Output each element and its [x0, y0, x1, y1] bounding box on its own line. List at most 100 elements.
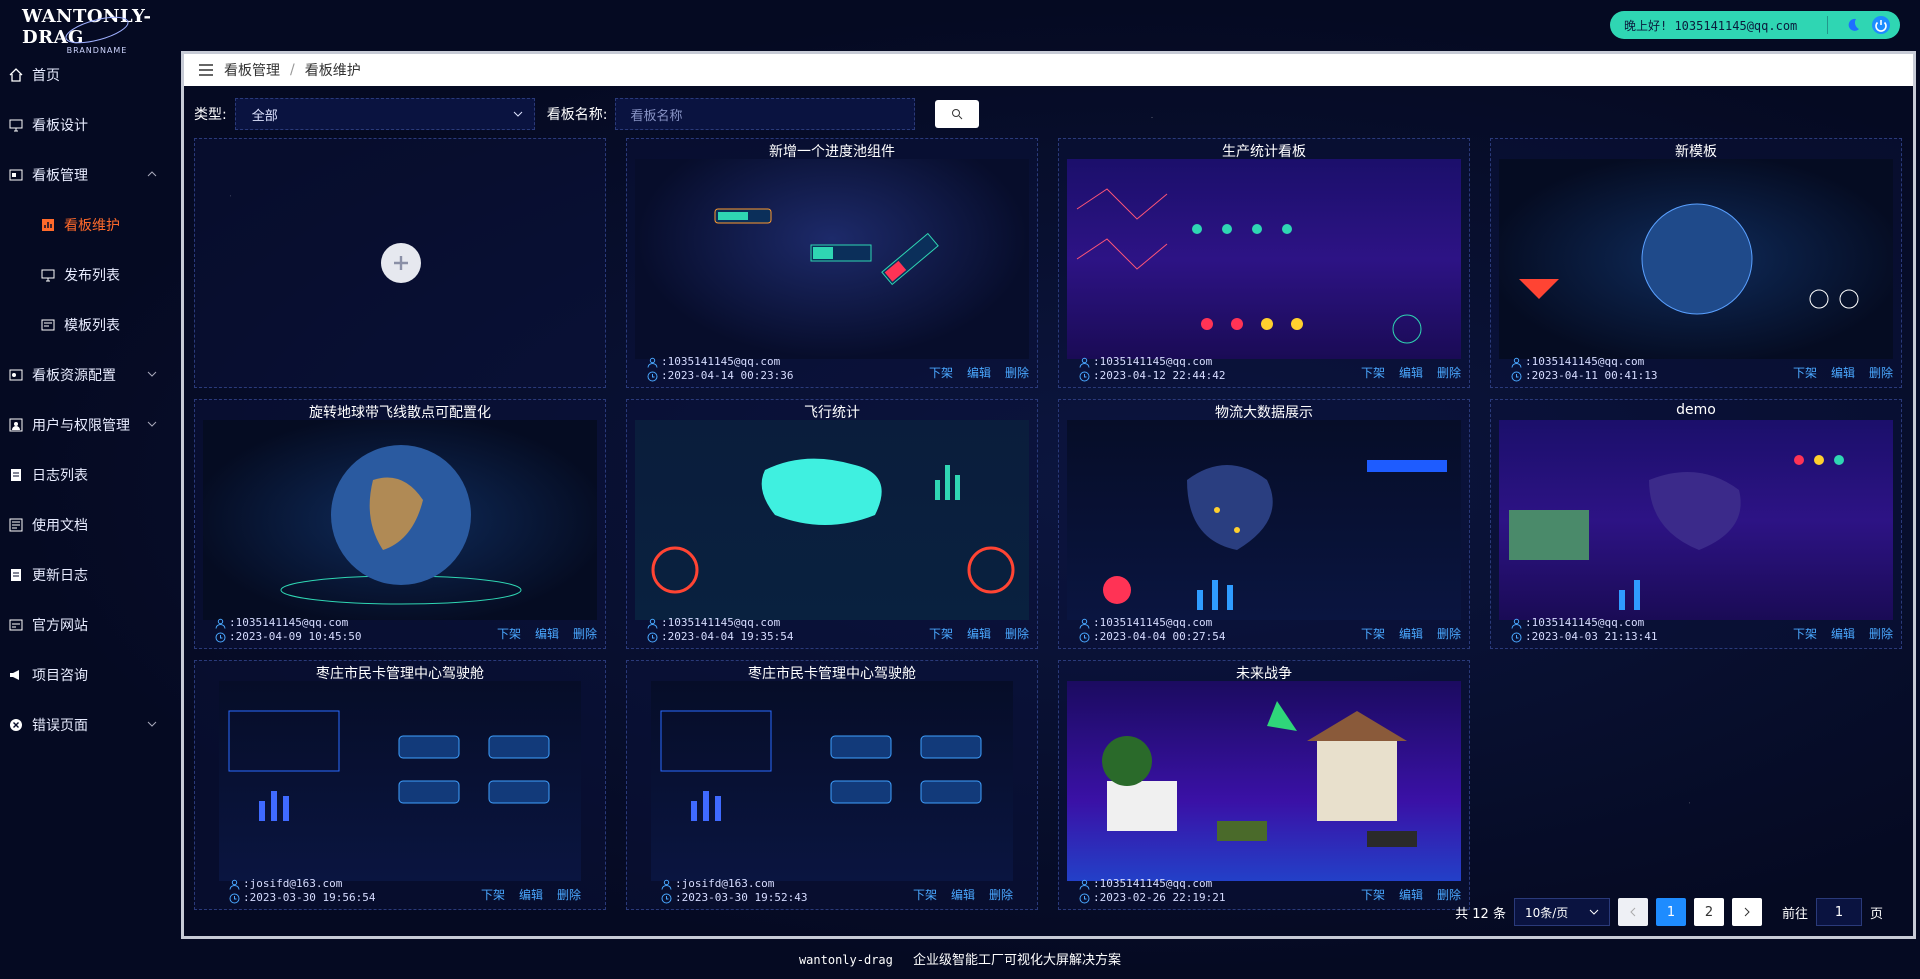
edit-button[interactable]: 编辑	[519, 886, 543, 903]
board-thumbnail[interactable]	[635, 420, 1029, 620]
board-time: :2023-02-26 22:19:21	[1093, 891, 1226, 904]
unpublish-button[interactable]: 下架	[913, 886, 937, 903]
board-card[interactable]: 新模板 :1035141145@qq.com :2023-04-11 00:41…	[1490, 138, 1902, 388]
sidebar-item-official-site[interactable]: 官方网站	[0, 600, 180, 650]
delete-button[interactable]: 删除	[1437, 364, 1461, 381]
sidebar-item-user-permissions[interactable]: 用户与权限管理	[0, 400, 180, 450]
board-card[interactable]: 未来战争 :1035141145@qq.com :2023-02-26 22:1…	[1058, 660, 1470, 910]
unpublish-button[interactable]: 下架	[1793, 625, 1817, 642]
unpublish-button[interactable]: 下架	[1361, 625, 1385, 642]
next-page-button[interactable]	[1731, 898, 1762, 926]
board-meta: :1035141145@qq.com :2023-04-14 00:23:36	[647, 355, 793, 383]
sidebar-item-resource-config[interactable]: 看板资源配置	[0, 350, 180, 400]
sidebar-item-label: 看板管理	[32, 168, 88, 184]
goto-page-input[interactable]: 1	[1815, 898, 1862, 926]
board-title: 枣庄市民卡管理中心驾驶舱	[748, 666, 916, 682]
board-thumbnail[interactable]	[651, 681, 1013, 881]
chevron-down-icon	[147, 371, 157, 377]
unpublish-button[interactable]: 下架	[929, 364, 953, 381]
delete-button[interactable]: 删除	[1869, 364, 1893, 381]
sidebar-item-home[interactable]: 首页	[0, 50, 180, 100]
add-board-card[interactable]	[194, 138, 606, 388]
unpublish-button[interactable]: 下架	[481, 886, 505, 903]
type-select[interactable]: 全部	[234, 98, 535, 130]
board-thumbnail[interactable]	[1067, 159, 1461, 359]
search-button[interactable]	[935, 100, 980, 128]
unpublish-button[interactable]: 下架	[1361, 364, 1385, 381]
unpublish-button[interactable]: 下架	[929, 625, 953, 642]
page-2-button[interactable]: 2	[1693, 898, 1724, 926]
unpublish-button[interactable]: 下架	[497, 625, 521, 642]
edit-button[interactable]: 编辑	[1399, 625, 1423, 642]
board-card[interactable]: demo :1035141145@qq.com :2023-04-03 21:1…	[1490, 399, 1902, 649]
sidebar-item-docs[interactable]: 使用文档	[0, 500, 180, 550]
board-thumbnail[interactable]	[635, 159, 1029, 359]
board-meta: :1035141145@qq.com :2023-04-12 22:44:42	[1079, 355, 1225, 383]
sidebar-item-board-management[interactable]: 看板管理	[0, 150, 180, 200]
menu-toggle-icon[interactable]	[198, 63, 214, 77]
delete-button[interactable]: 删除	[1869, 625, 1893, 642]
board-title: 飞行统计	[804, 405, 860, 421]
unpublish-button[interactable]: 下架	[1361, 886, 1385, 903]
sidebar-item-label: 项目咨询	[32, 668, 88, 684]
sidebar-item-error-pages[interactable]: 错误页面	[0, 700, 180, 750]
moon-icon[interactable]	[1842, 14, 1864, 36]
board-owner: :1035141145@qq.com	[1093, 616, 1213, 629]
page-size-select[interactable]: 10条/页	[1513, 898, 1610, 926]
user-pill[interactable]: 晚上好! 1035141145@qq.com	[1610, 11, 1900, 39]
edit-button[interactable]: 编辑	[1399, 364, 1423, 381]
edit-button[interactable]: 编辑	[1399, 886, 1423, 903]
doc-icon	[8, 517, 24, 533]
sidebar-item-label: 错误页面	[32, 718, 88, 734]
add-icon[interactable]	[381, 243, 421, 283]
delete-button[interactable]: 删除	[1005, 364, 1029, 381]
user-icon	[1079, 879, 1090, 890]
sidebar-item-label: 看板设计	[32, 118, 88, 134]
board-card[interactable]: 枣庄市民卡管理中心驾驶舱 :josifd@163.com :2023-03-30…	[626, 660, 1038, 910]
power-icon[interactable]	[1870, 14, 1892, 36]
delete-button[interactable]: 删除	[1005, 625, 1029, 642]
sidebar-item-consulting[interactable]: 项目咨询	[0, 650, 180, 700]
board-owner: :josifd@163.com	[243, 877, 343, 890]
sidebar-item-board-design[interactable]: 看板设计	[0, 100, 180, 150]
breadcrumb-current: 看板维护	[304, 63, 361, 79]
board-time: :2023-04-04 19:35:54	[661, 630, 794, 643]
breadcrumb-parent[interactable]: 看板管理	[224, 60, 280, 80]
board-meta: :josifd@163.com :2023-03-30 19:56:54	[229, 877, 375, 905]
delete-button[interactable]: 删除	[989, 886, 1013, 903]
board-card[interactable]: 物流大数据展示 :1035141145@qq.com :2023-04-04 0…	[1058, 399, 1470, 649]
board-title: 枣庄市民卡管理中心驾驶舱	[316, 666, 484, 682]
edit-button[interactable]: 编辑	[1831, 625, 1855, 642]
board-thumbnail[interactable]	[1067, 420, 1461, 620]
edit-button[interactable]: 编辑	[535, 625, 559, 642]
board-card[interactable]: 飞行统计 :1035141145@qq.com :2023-04-04 19:3…	[626, 399, 1038, 649]
sidebar-item-changelog[interactable]: 更新日志	[0, 550, 180, 600]
sidebar-item-log-list[interactable]: 日志列表	[0, 450, 180, 500]
delete-button[interactable]: 删除	[1437, 625, 1461, 642]
edit-button[interactable]: 编辑	[967, 364, 991, 381]
sidebar-item-board-maintenance[interactable]: 看板维护	[0, 200, 180, 250]
board-name-input[interactable]: 看板名称	[615, 98, 916, 130]
board-card[interactable]: 生产统计看板 :1035141145@qq.com :2023-04-12 22…	[1058, 138, 1470, 388]
board-thumbnail[interactable]	[1499, 420, 1893, 620]
prev-page-button[interactable]	[1617, 898, 1648, 926]
edit-button[interactable]: 编辑	[951, 886, 975, 903]
delete-button[interactable]: 删除	[573, 625, 597, 642]
board-card[interactable]: 枣庄市民卡管理中心驾驶舱 :josifd@163.com :2023-03-30…	[194, 660, 606, 910]
unpublish-button[interactable]: 下架	[1793, 364, 1817, 381]
footer-brand: wantonly-drag	[798, 953, 893, 967]
edit-button[interactable]: 编辑	[1831, 364, 1855, 381]
sidebar-item-template-list[interactable]: 模板列表	[0, 300, 180, 350]
delete-button[interactable]: 删除	[557, 886, 581, 903]
resource-icon	[8, 367, 24, 383]
board-card[interactable]: 新增一个进度池组件 :1035141145@qq.com :2023-04-14…	[626, 138, 1038, 388]
board-card[interactable]: 旋转地球带飞线散点可配置化 :1035141145@qq.com :2023-0…	[194, 399, 606, 649]
edit-button[interactable]: 编辑	[967, 625, 991, 642]
board-thumbnail[interactable]	[1067, 681, 1461, 881]
logo[interactable]: WANTONLY-DRAG BRANDNAME	[22, 6, 172, 55]
board-thumbnail[interactable]	[219, 681, 581, 881]
sidebar-item-publish-list[interactable]: 发布列表	[0, 250, 180, 300]
board-thumbnail[interactable]	[1499, 159, 1893, 359]
board-thumbnail[interactable]	[203, 420, 597, 620]
page-1-button[interactable]: 1	[1655, 898, 1686, 926]
